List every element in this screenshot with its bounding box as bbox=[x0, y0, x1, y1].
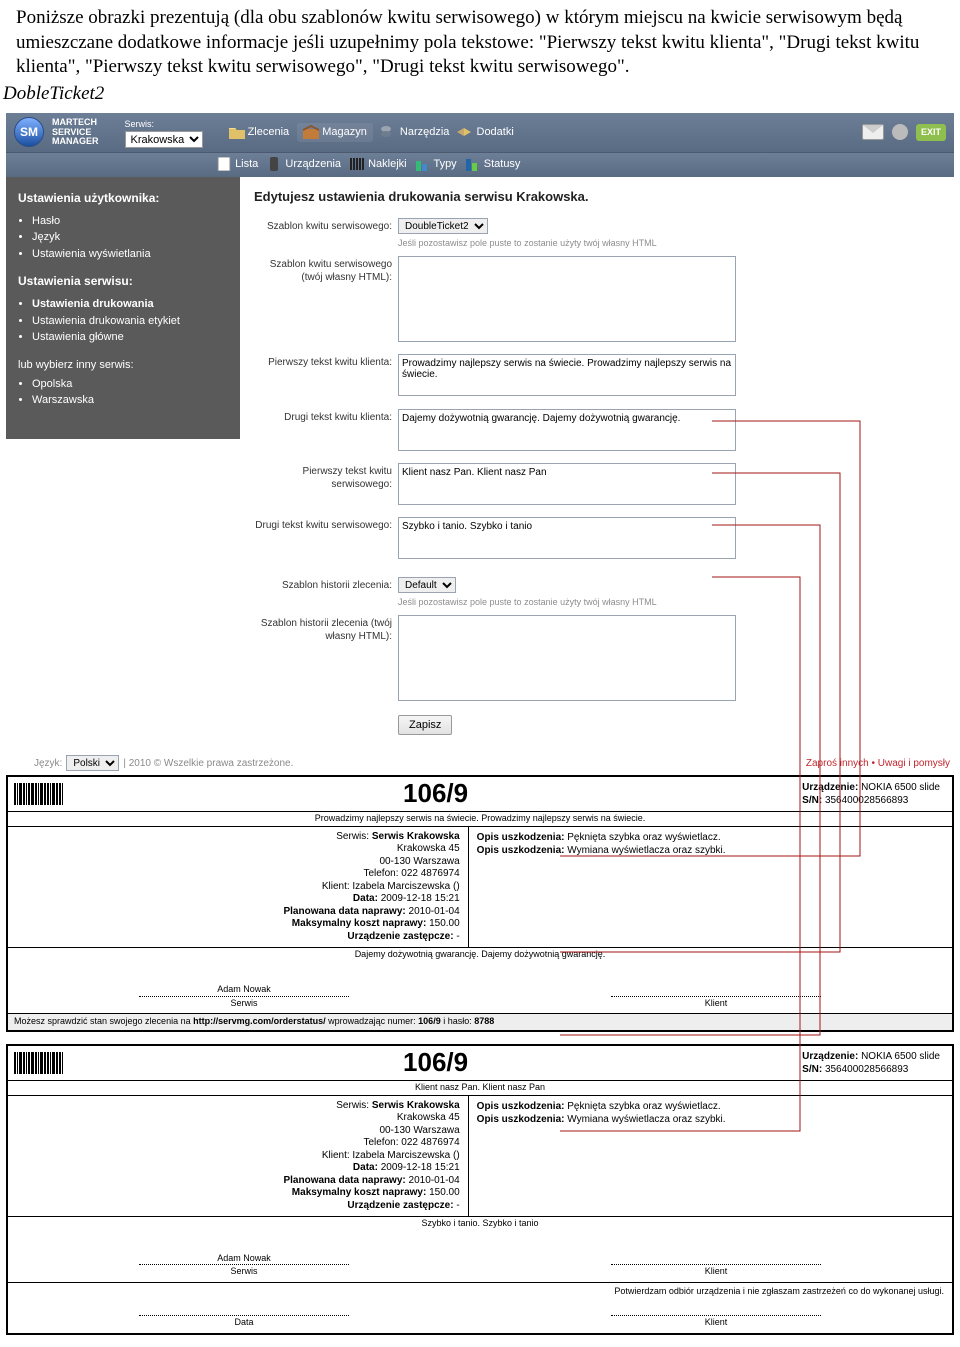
brand-logo-icon: SM bbox=[14, 117, 44, 147]
sidebar-link-wys[interactable]: Ustawienia wyświetlania bbox=[32, 246, 228, 263]
ticket1-row2: Dajemy dożywotnią gwarancję. Dajemy doży… bbox=[8, 947, 952, 962]
sidebar-link-druk[interactable]: Ustawienia drukowania bbox=[32, 296, 228, 313]
gear-icon[interactable] bbox=[892, 124, 908, 140]
app-window: SM MARTECHSERVICEMANAGER Serwis: Krakows… bbox=[6, 113, 954, 772]
hint-template: Jeśli pozostawisz pole puste to zostanie… bbox=[254, 238, 940, 250]
ticket2-confirm: Potwierdzam odbiór urządzenia i nie zgła… bbox=[8, 1282, 952, 1301]
form-area: Edytujesz ustawienia drukowania serwisu … bbox=[240, 177, 954, 751]
barcode-icon bbox=[14, 1052, 63, 1074]
template-name: DobleTicket2 bbox=[3, 82, 944, 107]
subnav-urzadzenia[interactable]: Urządzenia bbox=[266, 157, 341, 171]
template-select[interactable]: DoubleTicket2 bbox=[398, 218, 488, 234]
subnav-typy[interactable]: Typy bbox=[415, 157, 457, 171]
ticket1-row1: Prowadzimy najlepszy serwis na świecie. … bbox=[8, 811, 952, 826]
nav-item-narzedzia[interactable]: Narzędzia bbox=[381, 125, 450, 139]
nav-item-dodatki[interactable]: Dodatki bbox=[457, 125, 513, 139]
hist-html-input[interactable] bbox=[398, 615, 736, 701]
app-footer: Język: Polski | 2010 © Wszelkie prawa za… bbox=[6, 751, 954, 771]
label-t1: Pierwszy tekst kwitu klienta: bbox=[254, 354, 392, 369]
label-t4: Drugi tekst kwitu serwisowego: bbox=[254, 517, 392, 532]
ticket-footer: Możesz sprawdzić stan swojego zlecenia n… bbox=[8, 1013, 952, 1030]
hist-select[interactable]: Default bbox=[398, 577, 456, 593]
folder-icon bbox=[229, 125, 245, 139]
ticket-right: Opis uszkodzenia: Pęknięta szybka oraz w… bbox=[469, 827, 952, 948]
device-icon bbox=[266, 157, 282, 171]
ticket-preview-1: 106/9 Urządzenie: NOKIA 6500 slide S/N: … bbox=[6, 775, 954, 1032]
label-template: Szablon kwitu serwisowego: bbox=[254, 218, 392, 233]
t2-input[interactable]: Dajemy dożywotnią gwarancję. Dajemy doży… bbox=[398, 409, 736, 451]
label-hist: Szablon historii zlecenia: bbox=[254, 577, 392, 592]
subnav-lista[interactable]: Lista bbox=[216, 157, 258, 171]
app-header: SM MARTECHSERVICEMANAGER Serwis: Krakows… bbox=[6, 113, 954, 152]
ticket-number: 106/9 bbox=[69, 777, 802, 811]
service-label: Serwis: bbox=[125, 119, 155, 129]
service-select[interactable]: Krakowska bbox=[125, 131, 203, 148]
label-template-html: Szablon kwitu serwisowego (twój własny H… bbox=[254, 256, 392, 284]
status-icon bbox=[465, 157, 481, 171]
sidebar: Ustawienia użytkownika: Hasło Język Usta… bbox=[6, 177, 240, 438]
lang-select[interactable]: Polski bbox=[66, 755, 119, 771]
mail-icon[interactable] bbox=[862, 124, 884, 140]
footer-links[interactable]: Zaproś innych • Uwagi i pomysły bbox=[806, 757, 950, 770]
list-icon bbox=[216, 157, 232, 171]
types-icon bbox=[415, 157, 431, 171]
nav-item-magazyn[interactable]: Magazyn bbox=[297, 123, 373, 141]
sidebar-link-etykiet[interactable]: Ustawienia drukowania etykiet bbox=[32, 313, 228, 330]
sidebar-link-jezyk[interactable]: Język bbox=[32, 229, 228, 246]
sidebar-h-other: lub wybierz inny serwis: bbox=[18, 358, 228, 372]
sidebar-h-serwis: Ustawienia serwisu: bbox=[18, 274, 228, 290]
sidebar-link-haslo[interactable]: Hasło bbox=[32, 213, 228, 230]
addons-icon bbox=[457, 125, 473, 139]
tools-icon bbox=[381, 125, 397, 139]
barcode-icon bbox=[349, 157, 365, 171]
copyright: | 2010 © Wszelkie prawa zastrzeżone. bbox=[123, 757, 293, 770]
ticket2-number: 106/9 bbox=[69, 1046, 802, 1080]
lang-label: Język: bbox=[34, 757, 62, 770]
form-heading: Edytujesz ustawienia drukowania serwisu … bbox=[254, 189, 940, 206]
subnav-naklejki[interactable]: Naklejki bbox=[349, 157, 407, 171]
save-button[interactable]: Zapisz bbox=[398, 715, 452, 735]
brand-text: MARTECHSERVICEMANAGER bbox=[52, 118, 99, 146]
label-t3: Pierwszy tekst kwitu serwisowego: bbox=[254, 463, 392, 491]
barcode-icon bbox=[14, 783, 63, 805]
subnav-statusy[interactable]: Statusy bbox=[465, 157, 521, 171]
t4-input[interactable]: Szybko i tanio. Szybko i tanio bbox=[398, 517, 736, 559]
exit-button[interactable]: EXIT bbox=[916, 124, 946, 142]
app-subheader: Lista Urządzenia Naklejki Typy Statusy bbox=[6, 152, 954, 177]
ticket-preview-2: 106/9 Urządzenie: NOKIA 6500 slide S/N: … bbox=[6, 1044, 954, 1334]
hint-hist: Jeśli pozostawisz pole puste to zostanie… bbox=[254, 597, 940, 609]
ticket-left: Serwis: Serwis Krakowska Krakowska 45 00… bbox=[8, 827, 469, 948]
t3-input[interactable]: Klient nasz Pan. Klient nasz Pan bbox=[398, 463, 736, 505]
template-html-input[interactable] bbox=[398, 256, 736, 342]
ticket2-row2: Szybko i tanio. Szybko i tanio bbox=[8, 1216, 952, 1231]
intro-paragraph: Poniższe obrazki prezentują (dla obu sza… bbox=[16, 6, 944, 80]
sidebar-h-user: Ustawienia użytkownika: bbox=[18, 191, 228, 207]
label-t2: Drugi tekst kwitu klienta: bbox=[254, 409, 392, 424]
t1-input[interactable]: Prowadzimy najlepszy serwis na świecie. … bbox=[398, 354, 736, 396]
warehouse-icon bbox=[303, 125, 319, 139]
sidebar-link-opolska[interactable]: Opolska bbox=[32, 376, 228, 393]
nav-item-zlecenia[interactable]: Zlecenia bbox=[229, 125, 290, 139]
label-hist-html: Szablon historii zlecenia (twój własny H… bbox=[254, 615, 392, 643]
sidebar-link-warszawska[interactable]: Warszawska bbox=[32, 392, 228, 409]
ticket2-row1: Klient nasz Pan. Klient nasz Pan bbox=[8, 1080, 952, 1095]
sidebar-link-glowne[interactable]: Ustawienia główne bbox=[32, 329, 228, 346]
